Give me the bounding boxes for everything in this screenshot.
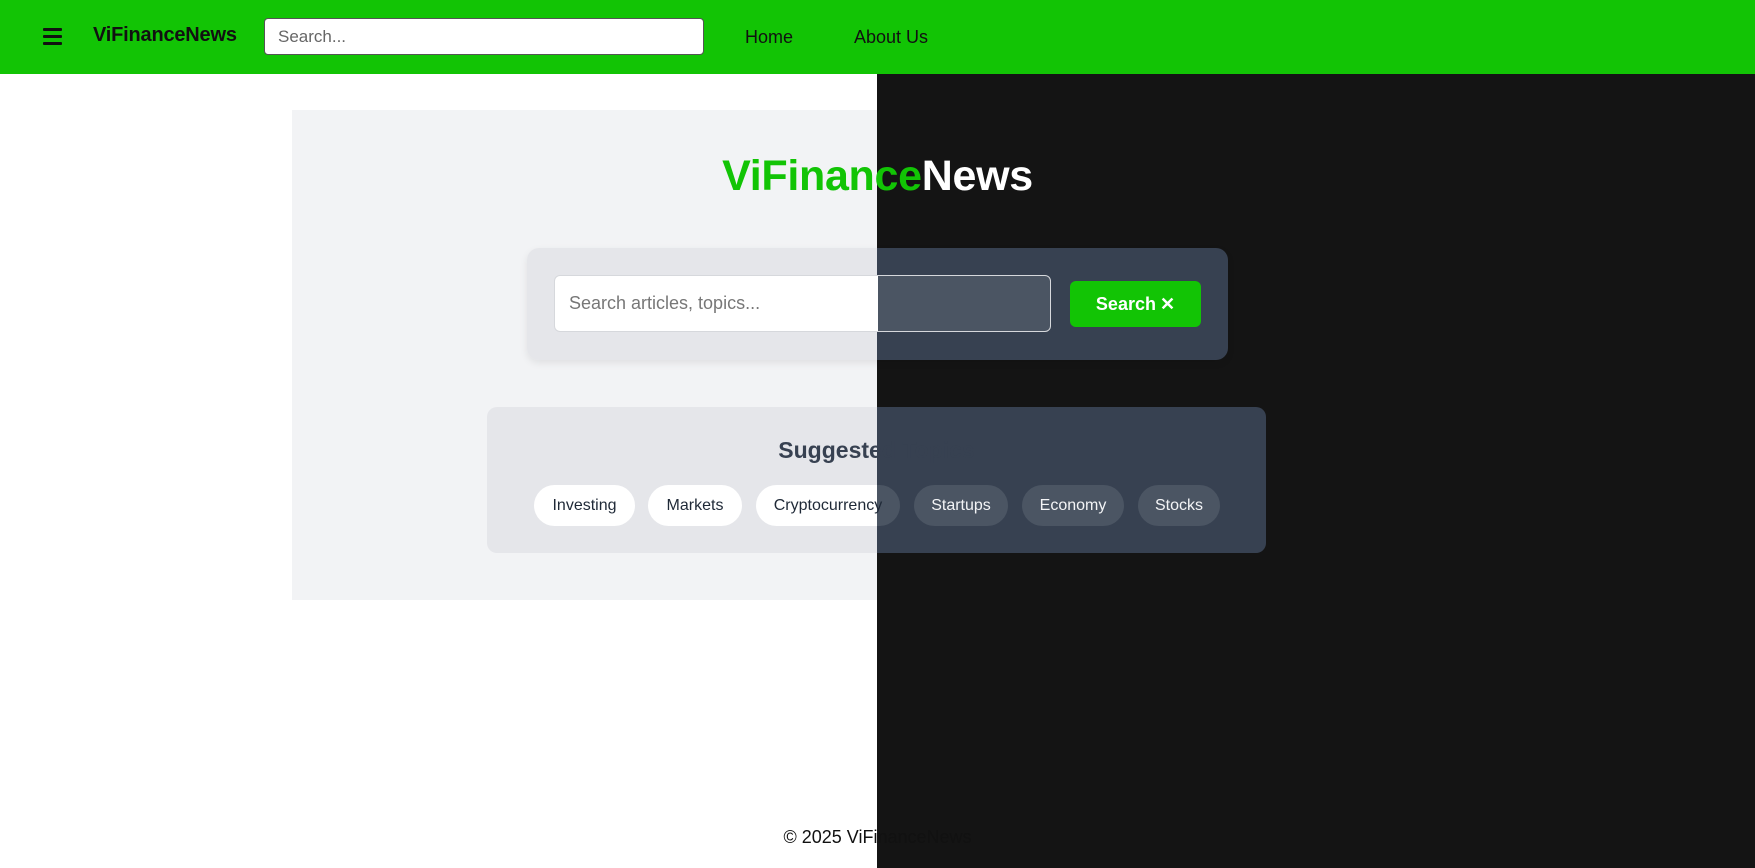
page-title: ViFinanceNews: [0, 152, 1755, 201]
hamburger-menu-icon[interactable]: [40, 24, 64, 48]
close-icon: ✕: [1159, 293, 1176, 314]
topic-pill-economy[interactable]: Economy: [1022, 485, 1124, 526]
topic-pill-stocks[interactable]: Stocks: [1138, 485, 1220, 526]
navbar-search-input[interactable]: [264, 18, 704, 55]
topic-pill-investing[interactable]: Investing: [534, 485, 635, 526]
article-search-input[interactable]: [554, 275, 1051, 332]
topic-pill-cryptocurrency[interactable]: Cryptocurrency: [756, 485, 900, 526]
nav-link-about-us[interactable]: About Us: [854, 27, 928, 48]
footer-copyright: © 2025 ViFinanceNews: [783, 827, 972, 847]
navbar-brand[interactable]: ViFinanceNews: [93, 24, 237, 47]
title-vifinance: ViFinance: [722, 152, 922, 200]
search-panel: Search✕: [527, 248, 1228, 360]
search-button-label: Search: [1095, 293, 1156, 314]
suggested-topics-heading: Suggested Topics: [778, 437, 975, 463]
top-navbar: ViFinanceNews Home About Us: [0, 0, 1755, 74]
title-news: News: [921, 152, 1033, 200]
topic-pill-startups[interactable]: Startups: [914, 485, 1008, 526]
nav-link-home[interactable]: Home: [745, 27, 793, 48]
topic-pill-markets[interactable]: Markets: [648, 485, 742, 526]
suggested-topics-panel: Suggested Topics Investing Markets Crypt…: [487, 407, 1266, 553]
search-button[interactable]: Search ✕: [1070, 281, 1201, 327]
